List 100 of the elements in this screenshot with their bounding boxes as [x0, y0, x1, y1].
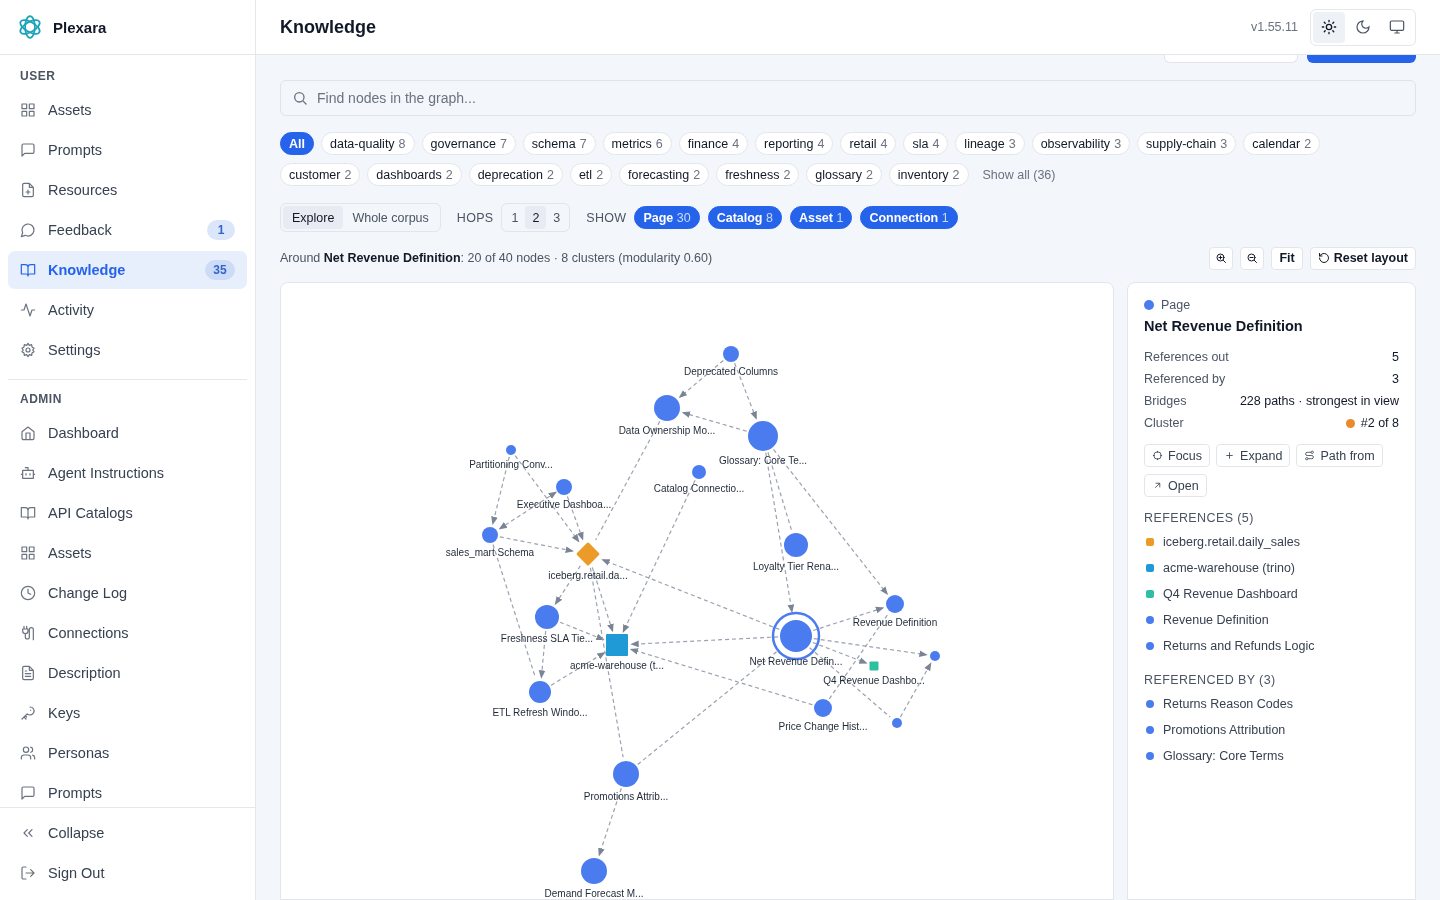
- graph-node[interactable]: [529, 681, 551, 703]
- robot-icon: [20, 465, 36, 481]
- tag-chip[interactable]: customer 2: [280, 163, 361, 186]
- stat-label: Cluster: [1144, 416, 1184, 430]
- hops-label: HOPS: [456, 210, 494, 225]
- nav-item[interactable]: Change Log: [8, 574, 247, 612]
- zoom-in-button[interactable]: [1209, 246, 1234, 270]
- tag-chip[interactable]: forecasting 2: [619, 163, 710, 186]
- hop-option[interactable]: 2: [525, 206, 547, 229]
- graph-node[interactable]: [930, 651, 940, 661]
- graph-node[interactable]: [748, 421, 778, 451]
- tag-chip[interactable]: freshness 2: [716, 163, 800, 186]
- graph-node[interactable]: [869, 661, 879, 671]
- reference-item[interactable]: Returns and Refunds Logic: [1144, 633, 1399, 659]
- nav-item[interactable]: Description: [8, 654, 247, 692]
- type-filter-chip[interactable]: Asset 1: [789, 206, 853, 229]
- graph-node[interactable]: [581, 858, 607, 884]
- nav-item[interactable]: Settings: [8, 331, 247, 369]
- hop-option[interactable]: 3: [546, 206, 568, 229]
- reference-item[interactable]: Promotions Attribution: [1144, 717, 1399, 743]
- tag-chip[interactable]: governance 7: [421, 132, 516, 155]
- hop-option[interactable]: 1: [504, 206, 526, 229]
- mode-tab[interactable]: Whole corpus: [343, 206, 438, 229]
- nav-item[interactable]: Personas: [8, 734, 247, 772]
- reference-item[interactable]: acme-warehouse (trino): [1144, 555, 1399, 581]
- graph-node[interactable]: [506, 445, 516, 455]
- nav-item[interactable]: Assets: [8, 91, 247, 129]
- settings-icon: [20, 342, 36, 358]
- nav-item[interactable]: Resources: [8, 171, 247, 209]
- graph-node[interactable]: [535, 605, 559, 629]
- nav-item[interactable]: Prompts: [8, 774, 247, 807]
- nav-item[interactable]: Collapse: [8, 814, 247, 852]
- zoom-out-button[interactable]: [1240, 246, 1265, 270]
- stat-label: Bridges: [1144, 394, 1187, 408]
- fit-button[interactable]: Fit: [1271, 246, 1303, 270]
- node-label: Loyalty Tier Rena...: [752, 561, 840, 572]
- nav-item[interactable]: Dashboard: [8, 414, 247, 452]
- tag-chip[interactable]: metrics 6: [602, 132, 672, 155]
- show-all-link[interactable]: Show all (36): [982, 167, 1056, 182]
- tag-chip[interactable]: deprecation 2: [468, 163, 563, 186]
- reference-item[interactable]: Q4 Revenue Dashboard: [1144, 581, 1399, 607]
- nav-item[interactable]: Keys: [8, 694, 247, 732]
- type-filter-chip[interactable]: Page 30: [634, 206, 700, 229]
- graph-node[interactable]: [886, 595, 904, 613]
- graph-node[interactable]: [556, 479, 572, 495]
- reference-item[interactable]: Revenue Definition: [1144, 607, 1399, 633]
- tag-chip[interactable]: finance 4: [678, 132, 749, 155]
- search-field[interactable]: Find nodes in the graph...: [280, 80, 1416, 116]
- tag-chip[interactable]: All: [280, 132, 314, 155]
- nav-item[interactable]: Assets: [8, 534, 247, 572]
- node-label: iceberg.retail.da...: [548, 570, 628, 581]
- tag-chip[interactable]: etl 2: [569, 163, 613, 186]
- nav-item[interactable]: Prompts: [8, 131, 247, 169]
- graph-node[interactable]: [814, 699, 832, 717]
- nav-item[interactable]: Knowledge 35: [8, 251, 247, 289]
- chat-bubble-icon: [20, 222, 36, 238]
- reference-item[interactable]: Returns Reason Codes: [1144, 691, 1399, 717]
- graph-node[interactable]: [784, 533, 808, 557]
- tag-chip[interactable]: data-quality 8: [321, 132, 415, 155]
- theme-button[interactable]: [1313, 11, 1345, 43]
- node-label: Q4 Revenue Dashbo...: [823, 674, 925, 686]
- nav-item[interactable]: Sign Out: [8, 854, 247, 892]
- nav-item[interactable]: Connections: [8, 614, 247, 652]
- tag-chip[interactable]: observability 3: [1031, 132, 1131, 155]
- type-filter-chip[interactable]: Connection 1: [860, 206, 958, 229]
- nav-item[interactable]: Activity: [8, 291, 247, 329]
- tag-chip[interactable]: supply-chain 3: [1137, 132, 1237, 155]
- tag-chip[interactable]: lineage 3: [955, 132, 1025, 155]
- graph-node[interactable]: [892, 718, 902, 728]
- tag-chip[interactable]: glossary 2: [806, 163, 882, 186]
- section-heading: USER: [19, 68, 57, 85]
- graph-node[interactable]: [613, 761, 639, 787]
- tag-chip[interactable]: reporting 4: [755, 132, 834, 155]
- tag-chip[interactable]: schema 7: [522, 132, 596, 155]
- tag-chip[interactable]: retail 4: [840, 132, 897, 155]
- focus-button[interactable]: Focus: [1144, 444, 1211, 467]
- graph-node[interactable]: [654, 395, 680, 421]
- tag-chip[interactable]: sla 4: [903, 132, 949, 155]
- node-label: Catalog Connectio...: [653, 483, 745, 494]
- reference-item[interactable]: Glossary: Core Terms: [1144, 743, 1399, 769]
- nav-item[interactable]: Agent Instructions: [8, 454, 247, 492]
- node-title: Net Revenue Definition: [1144, 318, 1304, 334]
- tag-chip[interactable]: dashboards 2: [367, 163, 462, 186]
- graph-node[interactable]: [692, 465, 706, 479]
- graph-node[interactable]: [482, 527, 498, 543]
- nav-item[interactable]: Feedback 1: [8, 211, 247, 249]
- graph-node[interactable]: [606, 634, 628, 656]
- path-from-button[interactable]: Path from: [1296, 444, 1383, 467]
- tag-chip[interactable]: inventory 2: [888, 163, 969, 186]
- reset-layout-button[interactable]: Reset layout: [1309, 246, 1416, 270]
- expand-button[interactable]: Expand: [1216, 444, 1291, 467]
- people-icon: [20, 745, 36, 761]
- graph-node[interactable]: [723, 346, 739, 362]
- open-button[interactable]: Open: [1144, 474, 1207, 497]
- type-filter-chip[interactable]: Catalog 8: [707, 206, 782, 229]
- nav-item[interactable]: API Catalogs: [8, 494, 247, 532]
- tag-chip[interactable]: calendar 2: [1243, 132, 1321, 155]
- moon-icon: [1355, 19, 1371, 35]
- reference-item[interactable]: iceberg.retail.daily_sales: [1144, 529, 1399, 555]
- mode-tab[interactable]: Explore: [283, 206, 344, 229]
